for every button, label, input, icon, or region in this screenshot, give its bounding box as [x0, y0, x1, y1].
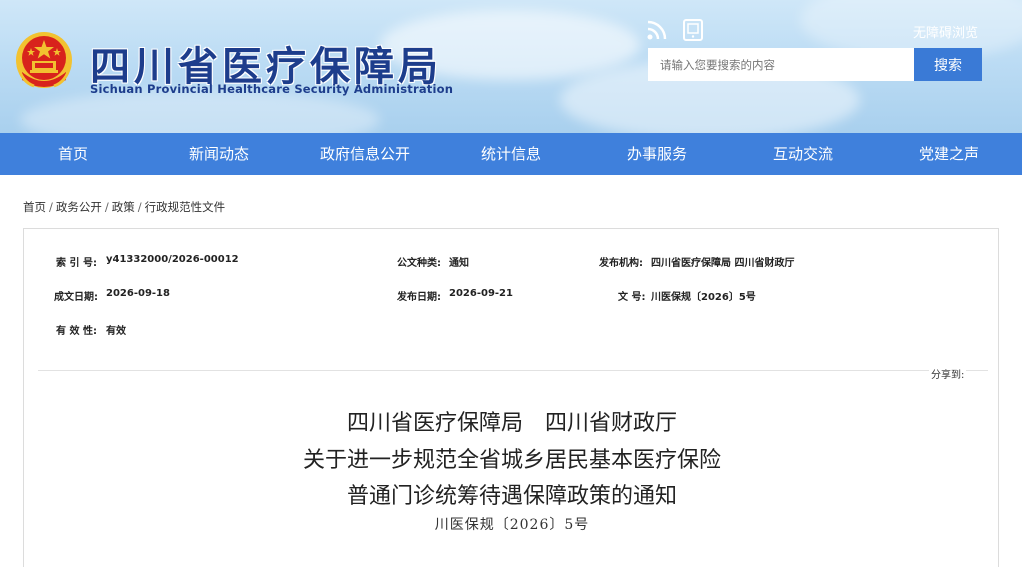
main-nav: 首页 新闻动态 政府信息公开 统计信息 办事服务 互动交流 党建之声	[0, 133, 1022, 175]
share-label[interactable]: 分享到:	[929, 366, 967, 381]
national-emblem-icon[interactable]	[14, 30, 74, 92]
accessibility-link[interactable]: 无障碍浏览	[913, 22, 978, 41]
published-date-label: 发布日期:	[397, 292, 441, 303]
document-number: 川医保规〔2026〕5号	[434, 517, 590, 533]
created-date-label: 成文日期:	[54, 292, 98, 303]
breadcrumb-home[interactable]: 首页	[23, 200, 46, 214]
index-no-label: 索 引 号:	[56, 258, 97, 269]
breadcrumb-separator: /	[137, 200, 142, 214]
nav-item-news[interactable]: 新闻动态	[146, 133, 292, 175]
breadcrumb-separator: /	[104, 200, 109, 214]
cloud-decoration	[20, 90, 380, 133]
breadcrumb-separator: /	[49, 200, 53, 214]
index-no-value: y41332000/2026-00012	[106, 254, 239, 265]
site-title[interactable]: 四川省医疗保障局	[90, 34, 442, 90]
doc-no-label: 文 号:	[618, 292, 646, 303]
nav-item-interaction[interactable]: 互动交流	[730, 133, 876, 175]
breadcrumb-policy[interactable]: 政策	[112, 200, 135, 214]
site-header: 四川省医疗保障局 Sichuan Provincial Healthcare S…	[0, 0, 1022, 133]
rss-icon[interactable]	[646, 19, 668, 41]
doc-type-label: 公文种类:	[397, 258, 441, 269]
breadcrumb-normative-docs[interactable]: 行政规范性文件	[145, 200, 226, 214]
nav-item-services[interactable]: 办事服务	[584, 133, 730, 175]
nav-item-gov-info[interactable]: 政府信息公开	[292, 133, 438, 175]
document-title-line-3: 普通门诊统筹待遇保障政策的通知	[346, 484, 677, 509]
validity-label: 有 效 性:	[56, 326, 97, 337]
nav-item-party[interactable]: 党建之声	[876, 133, 1022, 175]
validity-value: 有效	[106, 326, 126, 337]
nav-item-home[interactable]: 首页	[0, 133, 146, 175]
search-input[interactable]	[648, 48, 914, 81]
nav-item-statistics[interactable]: 统计信息	[438, 133, 584, 175]
search-button[interactable]: 搜索	[914, 48, 982, 81]
publisher-label: 发布机构:	[599, 258, 643, 269]
doc-no-value: 川医保规〔2026〕5号	[651, 292, 756, 303]
publisher-value: 四川省医疗保障局 四川省财政厅	[651, 258, 795, 269]
breadcrumb: 首页 / 政务公开 / 政策 / 行政规范性文件	[23, 199, 225, 215]
breadcrumb-gov-affairs[interactable]: 政务公开	[56, 200, 102, 214]
mobile-icon[interactable]	[682, 19, 704, 41]
doc-type-value: 通知	[449, 258, 469, 269]
document-title-line-2: 关于进一步规范全省城乡居民基本医疗保险	[302, 448, 721, 473]
document-title-line-1: 四川省医疗保障局 四川省财政厅	[346, 411, 677, 436]
published-date-value: 2026-09-21	[449, 288, 513, 299]
site-subtitle: Sichuan Provincial Healthcare Security A…	[90, 82, 454, 96]
metadata-divider	[38, 370, 988, 371]
created-date-value: 2026-09-18	[106, 288, 170, 299]
document-panel: 索 引 号: y41332000/2026-00012 公文种类: 通知 发布机…	[23, 228, 999, 567]
